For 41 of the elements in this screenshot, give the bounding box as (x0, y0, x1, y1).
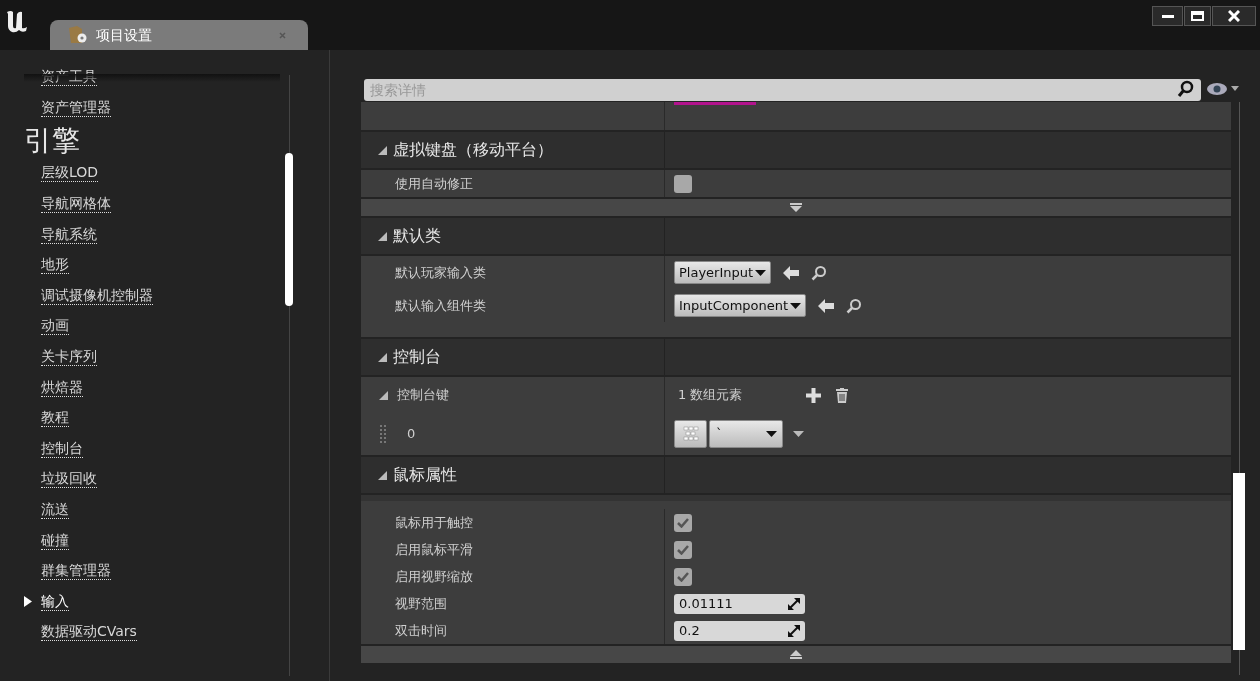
sidebar-item[interactable]: 调试摄像机控制器 (41, 286, 153, 305)
array-index: 0 (407, 425, 416, 444)
property-label: 启用鼠标平滑 (395, 540, 473, 559)
sidebar-item[interactable]: 地形 (41, 256, 69, 275)
section-heading: 引擎 (24, 122, 80, 159)
sidebar-item[interactable]: 资产管理器 (41, 98, 111, 117)
sidebar-item[interactable]: 输入 (41, 592, 69, 611)
sidebar-item[interactable]: 控制台 (41, 439, 83, 458)
project-settings-tab[interactable]: 项目设置 (50, 20, 308, 50)
key-dropdown[interactable]: ` (709, 420, 783, 448)
array-count: 1 数组元素 (678, 386, 744, 405)
category-title[interactable]: 鼠标属性 (393, 463, 457, 487)
category-title[interactable]: 默认类 (393, 224, 441, 248)
number-field[interactable]: 0.01111 (674, 593, 805, 614)
sidebar-item[interactable]: 流送 (41, 501, 69, 519)
sidebar-item[interactable]: 数据驱动CVars (41, 623, 137, 642)
property-label: 视野范围 (395, 594, 447, 613)
property-label: 使用自动修正 (395, 174, 473, 193)
property-label: 控制台键 (397, 386, 449, 405)
sidebar-item[interactable]: 碰撞 (41, 531, 69, 550)
tab-title: 项目设置 (96, 25, 152, 45)
sidebar-item[interactable]: 动画 (41, 317, 69, 336)
property-label: 启用视野缩放 (395, 567, 473, 586)
sidebar-item[interactable]: 教程 (41, 409, 69, 428)
category-title[interactable]: 虚拟键盘（移动平台） (393, 138, 553, 162)
sidebar-item[interactable]: 垃圾回收 (41, 470, 97, 489)
sidebar-item[interactable]: 烘焙器 (41, 378, 83, 397)
category-title[interactable]: 控制台 (393, 345, 441, 369)
sidebar-item[interactable]: 导航系统 (41, 225, 97, 244)
sidebar-item[interactable]: 层级LOD (41, 164, 99, 183)
property-label: 双击时间 (395, 621, 447, 640)
sidebar-item[interactable]: 关卡序列 (41, 348, 97, 367)
property-label: 鼠标用于触控 (395, 513, 473, 532)
sidebar-item[interactable]: 资产工具 (41, 68, 97, 87)
class-dropdown[interactable]: InputComponent (674, 294, 807, 317)
sidebar-item[interactable]: 群集管理器 (41, 562, 111, 581)
sidebar-item[interactable]: 导航网格体 (41, 195, 111, 214)
class-dropdown[interactable]: PlayerInput (674, 261, 772, 284)
property-label: 默认输入组件类 (395, 296, 486, 315)
property-label: 默认玩家输入类 (395, 263, 486, 282)
number-field[interactable]: 0.2 (674, 620, 805, 641)
